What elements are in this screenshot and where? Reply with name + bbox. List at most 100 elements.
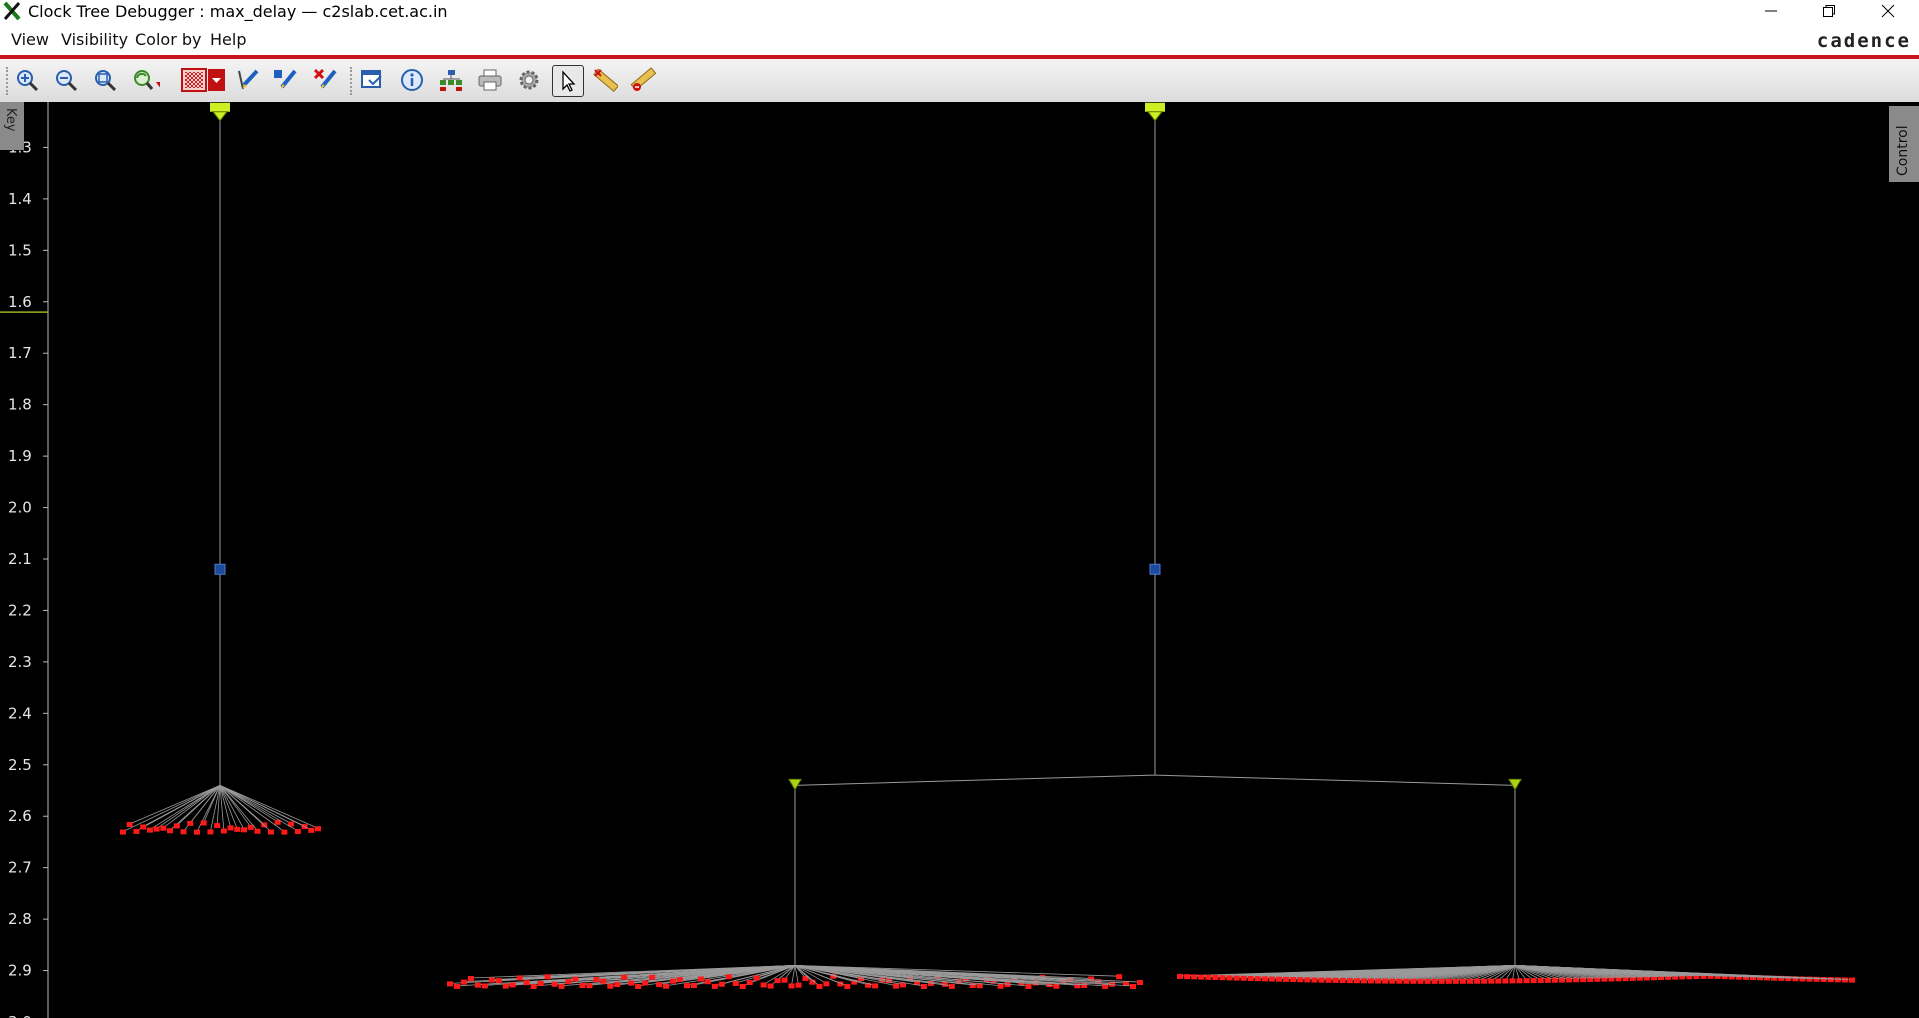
- ruler-button[interactable]: [590, 65, 620, 95]
- clock-sink: [1130, 983, 1137, 989]
- y-axis-tick-label: 1.6: [8, 293, 32, 311]
- clock-sink: [649, 974, 656, 980]
- clock-sink: [1445, 978, 1452, 984]
- clock-sink: [1353, 978, 1360, 984]
- clock-branch-wire: [1154, 774, 1516, 786]
- clock-tree-plot[interactable]: 1.21.31.41.51.61.71.81.92.02.12.22.32.42…: [0, 102, 1919, 1018]
- clock-sink: [788, 983, 795, 989]
- minimize-button[interactable]: [1747, 0, 1795, 22]
- clock-sink: [173, 823, 180, 829]
- clear-highlight-button[interactable]: [310, 65, 340, 95]
- y-axis-tick-label: 2.6: [8, 807, 32, 825]
- menu-view[interactable]: View: [11, 30, 49, 49]
- key-tab-label: Key: [3, 108, 18, 132]
- clock-sink: [697, 976, 704, 982]
- hierarchy-button[interactable]: [436, 65, 466, 95]
- control-tab[interactable]: Control: [1889, 106, 1919, 182]
- highlight-path-button[interactable]: [270, 65, 300, 95]
- y-axis-tick-label: 2.3: [8, 653, 32, 671]
- settings-icon: [519, 70, 539, 90]
- clock-sink: [167, 828, 174, 834]
- zoom-out-icon: [56, 70, 78, 92]
- clock-sink: [579, 982, 586, 988]
- clock-sink: [516, 975, 523, 981]
- clock-sink: [1530, 978, 1537, 984]
- clock-sink: [1382, 978, 1389, 984]
- clock-sink: [1233, 975, 1240, 981]
- menu-visibility[interactable]: Visibility: [61, 30, 128, 49]
- clock-sink: [600, 978, 607, 984]
- menu-help[interactable]: Help: [210, 30, 246, 49]
- clock-sink: [502, 983, 509, 989]
- clock-sink: [281, 829, 288, 835]
- clock-sink: [1311, 977, 1318, 983]
- clock-sink: [180, 829, 187, 835]
- clock-sink: [551, 981, 558, 987]
- color-picker-button[interactable]: [180, 65, 228, 95]
- menu-color-by[interactable]: Color by: [135, 30, 201, 49]
- clock-sink: [227, 825, 234, 831]
- clock-sink: [1137, 980, 1143, 986]
- clock-sink: [315, 826, 321, 832]
- clock-sink: [1827, 977, 1834, 983]
- clock-sink: [1424, 978, 1431, 984]
- clock-sink: [1459, 978, 1466, 984]
- clock-sink: [732, 981, 739, 987]
- clock-sink: [1025, 983, 1032, 989]
- zoom-out-button[interactable]: [51, 65, 81, 95]
- y-axis-tick-label: 1.7: [8, 344, 32, 362]
- menu-bar: View Visibility Color by Help cadence: [0, 24, 1919, 55]
- clock-sink: [146, 827, 153, 833]
- clock-sink: [467, 975, 474, 981]
- pointer-button[interactable]: [552, 65, 584, 97]
- highlight-button[interactable]: [232, 65, 262, 95]
- clock-sink: [677, 977, 683, 983]
- restore-button[interactable]: [1805, 0, 1853, 22]
- clock-sink: [656, 982, 663, 988]
- zoom-in-button[interactable]: [12, 65, 42, 95]
- zoom-fit-button[interactable]: [90, 65, 120, 95]
- zoom-previous-button[interactable]: [130, 65, 160, 95]
- clock-sink: [760, 982, 767, 988]
- zoom-fit-icon: [95, 70, 117, 92]
- key-tab[interactable]: Key: [0, 102, 24, 150]
- clock-sink: [254, 828, 261, 834]
- cadence-logo: cadence: [1816, 30, 1911, 52]
- clock-sink: [1841, 977, 1848, 983]
- clear-ruler-button[interactable]: [628, 65, 658, 95]
- clock-sink: [1488, 978, 1495, 984]
- clock-sink: [1375, 978, 1382, 984]
- clock-buffer-node: [214, 563, 226, 575]
- clock-sink: [565, 979, 572, 985]
- clock-sink: [133, 828, 140, 834]
- info-button[interactable]: [397, 65, 427, 95]
- highlight-icon: [238, 69, 259, 90]
- clock-sink: [1212, 974, 1219, 980]
- settings-button[interactable]: [514, 65, 544, 95]
- select-window-button[interactable]: [357, 65, 387, 95]
- clock-sink: [1268, 976, 1275, 982]
- clock-sink: [969, 983, 976, 989]
- print-button[interactable]: [475, 65, 505, 95]
- clock-sink: [1346, 978, 1353, 984]
- hierarchy-icon: [440, 70, 462, 91]
- fanout-wire: [219, 785, 299, 832]
- clock-sink: [1367, 978, 1374, 984]
- clock-sink: [663, 983, 670, 989]
- clock-sink: [746, 980, 753, 986]
- clock-tree-canvas[interactable]: 1.21.31.41.51.61.71.81.92.02.12.22.32.42…: [0, 102, 1919, 1018]
- clock-source-marker: [211, 111, 229, 122]
- clock-sink: [1332, 977, 1339, 983]
- close-button[interactable]: [1864, 0, 1912, 22]
- clock-sink: [725, 974, 732, 980]
- clock-sink: [481, 983, 488, 989]
- toolbar-grip[interactable]: [350, 67, 357, 95]
- y-axis-tick-label: 2.8: [8, 910, 32, 928]
- clock-sink: [1820, 976, 1827, 982]
- clock-sink: [453, 983, 460, 989]
- clock-sink: [126, 821, 133, 827]
- clock-sink: [294, 829, 301, 835]
- title-bar: Clock Tree Debugger : max_delay — c2slab…: [0, 0, 1919, 24]
- y-axis-tick-label: 1.4: [8, 190, 32, 208]
- clock-sink: [816, 983, 823, 989]
